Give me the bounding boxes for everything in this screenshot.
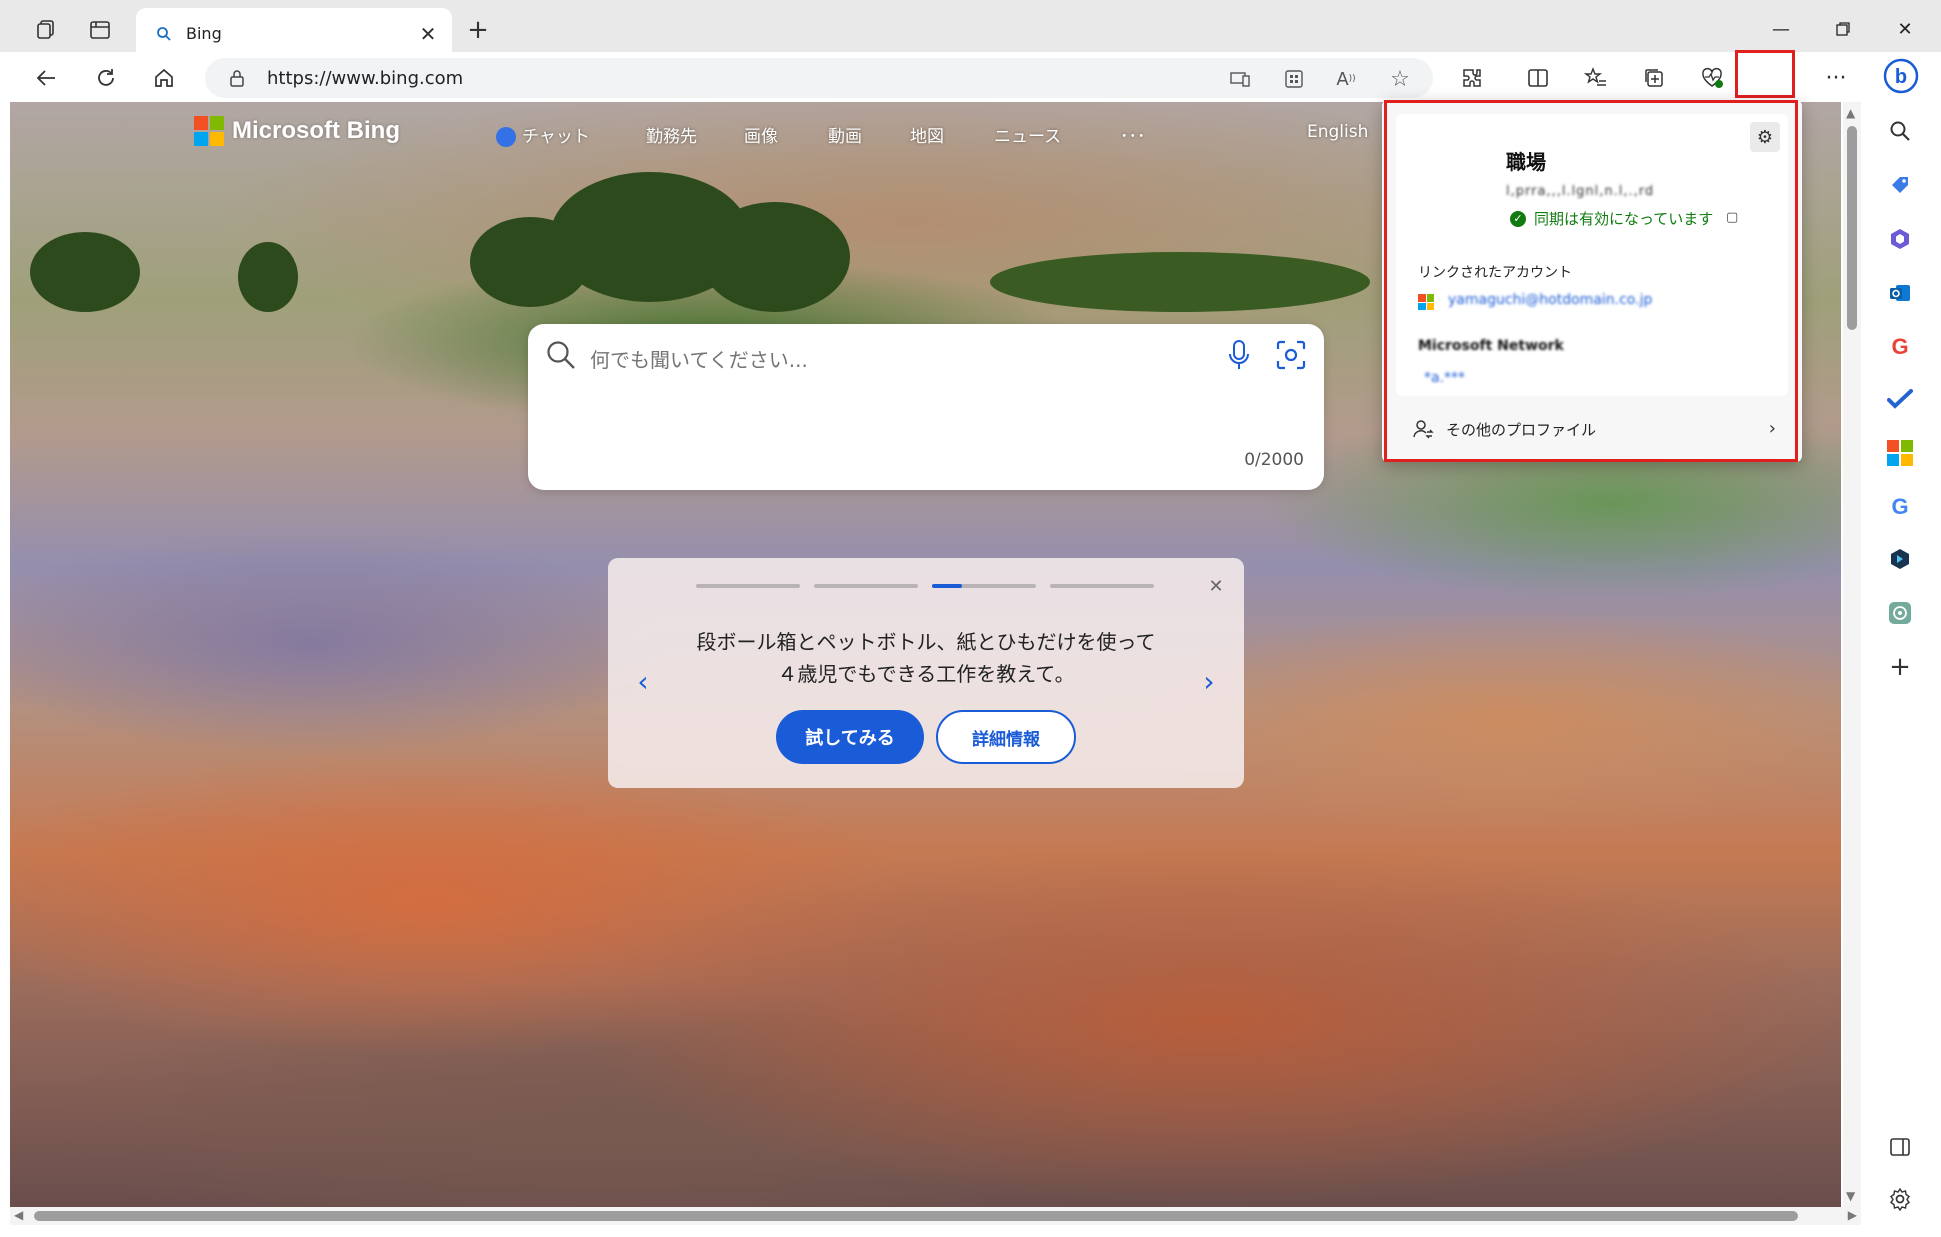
carousel-indicator[interactable] [696,584,800,588]
scroll-down-icon[interactable]: ▼ [1846,1189,1855,1203]
refresh-icon[interactable] [88,60,124,96]
workspaces-icon[interactable] [30,14,62,46]
nav-work[interactable]: 勤務先 [646,122,697,147]
bing-search-favicon [152,22,176,46]
minimize-button[interactable]: — [1753,12,1809,46]
visual-search-icon[interactable] [1274,338,1308,372]
scroll-up-icon[interactable]: ▲ [1846,106,1855,120]
app-available-icon[interactable] [1225,64,1255,94]
google-icon[interactable]: G [1883,490,1917,524]
navigation-bar: https://www.bing.com A)) ☆ ··· [0,52,1941,102]
scroll-left-icon[interactable]: ◀ [14,1208,23,1222]
carousel-indicator[interactable] [814,584,918,588]
popup-highlight-frame [1384,100,1798,462]
edge-sidebar: b G G + [1861,52,1941,1237]
extensions-icon[interactable] [1454,60,1490,96]
nav-videos[interactable]: 動画 [828,122,862,147]
horizontal-scrollbar[interactable]: ◀ ▶ [10,1207,1861,1225]
outlook-icon[interactable] [1883,276,1917,310]
settings-more-icon[interactable]: ··· [1818,60,1854,96]
tab-title: Bing [186,24,222,43]
suggestion-text: 段ボール箱とペットボトル、紙とひもだけを使って４歳児でもできる工作を教えて。 [696,630,1156,686]
url-text[interactable]: https://www.bing.com [267,68,463,89]
google-icon[interactable]: G [1883,330,1917,364]
browser-essentials-icon[interactable] [1694,60,1730,96]
trees-decor [990,252,1370,312]
nav-chat[interactable]: チャット [496,122,590,147]
read-aloud-icon[interactable]: A)) [1331,64,1361,94]
microsoft-365-icon[interactable] [1883,222,1917,256]
carousel-indicator-active[interactable] [932,584,962,588]
horizontal-scroll-thumb[interactable] [34,1211,1798,1221]
card-close-icon[interactable]: ✕ [1204,574,1228,598]
office-apps-icon[interactable] [1883,436,1917,470]
microsoft-logo-icon [194,116,224,146]
lock-icon[interactable] [225,66,249,90]
add-app-icon[interactable]: + [1883,650,1917,684]
suggestion-card: ✕ ‹ 段ボール箱とペットボトル、紙とひもだけを使って４歳児でもできる工作を教え… [608,558,1244,788]
carousel-indicator[interactable] [1050,584,1154,588]
trees-decor [700,202,850,312]
favorites-icon[interactable] [1578,60,1614,96]
vertical-scrollbar[interactable]: ▲ ▼ [1843,102,1861,1207]
nav-images[interactable]: 画像 [744,122,778,147]
search-box[interactable]: 何でも聞いてください... 0/2000 [528,324,1324,490]
nav-maps[interactable]: 地図 [910,122,944,147]
svg-text:b: b [1895,66,1907,88]
chevron-left-icon[interactable]: ‹ [628,665,658,698]
favorite-star-icon[interactable]: ☆ [1385,64,1415,94]
profile-button[interactable] [1735,50,1795,98]
trees-decor [238,242,298,312]
tab-actions-icon[interactable] [84,14,116,46]
title-bar: Bing ✕ + — ✕ [0,0,1941,60]
restore-button[interactable] [1815,12,1871,46]
trees-decor [470,217,590,307]
brand-text: Microsoft Bing [232,117,400,144]
sidebar-settings-icon[interactable] [1883,1182,1917,1216]
split-screen-icon[interactable] [1520,60,1556,96]
tab-close-icon[interactable]: ✕ [414,20,442,48]
bing-copilot-icon[interactable]: b [1881,56,1921,96]
shopping-icon[interactable] [1883,168,1917,202]
new-tab-icon[interactable]: + [462,14,494,46]
search-icon [544,338,578,372]
nav-more[interactable]: ･･･ [1120,122,1146,147]
chat-icon [496,127,516,147]
search-icon[interactable] [1883,114,1917,148]
collections-icon[interactable] [1636,60,1672,96]
language-link[interactable]: English [1307,122,1368,142]
chatgpt-icon[interactable] [1883,596,1917,630]
dynamics-icon[interactable] [1883,542,1917,576]
scroll-right-icon[interactable]: ▶ [1848,1208,1857,1222]
todo-icon[interactable] [1883,382,1917,416]
search-input[interactable]: 何でも聞いてください... [590,344,808,373]
vertical-scroll-thumb[interactable] [1847,126,1857,330]
extension-grid-icon[interactable] [1279,64,1309,94]
back-icon[interactable] [28,60,64,96]
microsoft-bing-logo[interactable]: Microsoft Bing [194,116,400,146]
learn-more-button[interactable]: 詳細情報 [936,710,1076,764]
char-count: 0/2000 [1244,450,1304,470]
nav-news[interactable]: ニュース [994,122,1061,147]
chevron-right-icon[interactable]: › [1194,665,1224,698]
home-icon[interactable] [146,60,182,96]
close-window-button[interactable]: ✕ [1877,12,1933,46]
microphone-icon[interactable] [1222,338,1256,372]
address-bar[interactable]: https://www.bing.com A)) ☆ [205,58,1433,98]
try-button[interactable]: 試してみる [776,710,924,764]
trees-decor [30,232,140,312]
sidebar-toggle-icon[interactable] [1883,1130,1917,1164]
